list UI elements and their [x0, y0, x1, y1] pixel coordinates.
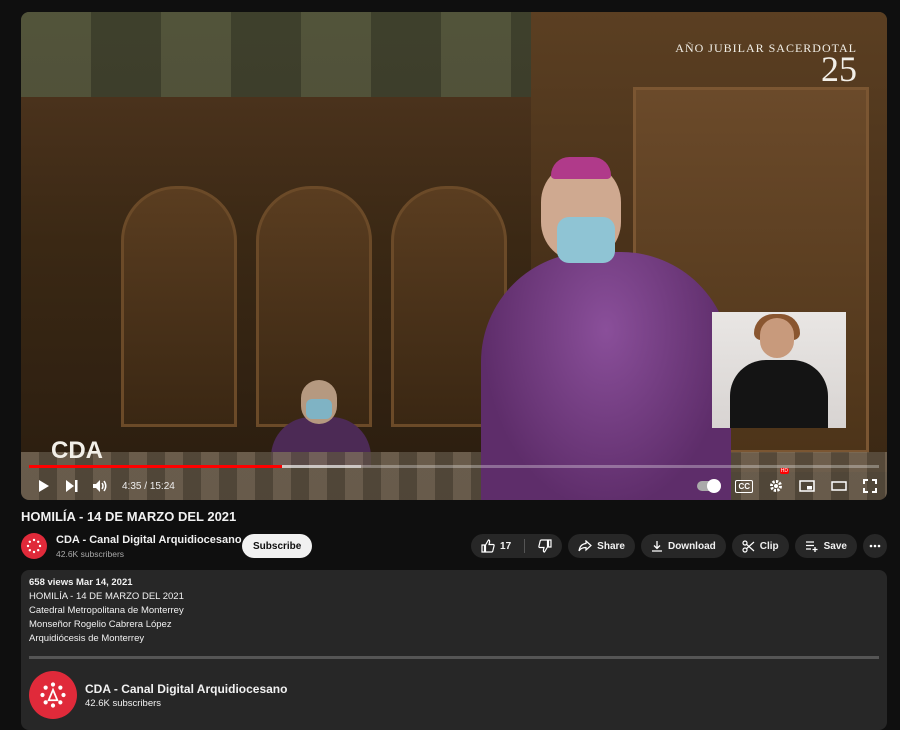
- subscribe-button[interactable]: Subscribe: [242, 534, 313, 558]
- description-line: Monseñor Rogelio Cabrera López: [29, 619, 172, 630]
- description-line: HOMILÍA - 14 DE MARZO DEL 2021: [29, 591, 184, 602]
- settings-button[interactable]: HD: [769, 468, 789, 500]
- cc-icon: CC: [735, 479, 753, 493]
- channel-row: CDA - Canal Digital Arquidiocesano 42.6K…: [21, 532, 887, 564]
- time-total: 15:24: [149, 480, 175, 492]
- jubilee-logo: AÑO JUBILAR SACERDOTAL 25: [675, 42, 857, 89]
- video-frame-zucchetto: [551, 157, 611, 179]
- interpreter-head: [760, 318, 794, 358]
- time-separator: /: [144, 480, 148, 492]
- jubilee-logo-number: 25: [821, 49, 857, 89]
- video-title: HOMILÍA - 14 DE MARZO DEL 2021: [21, 509, 237, 524]
- channel-subscriber-count: 42.6K subscribers: [56, 549, 125, 559]
- save-label: Save: [823, 540, 847, 552]
- description-channel-subscribers: 42.6K subscribers: [85, 698, 162, 709]
- save-button[interactable]: Save: [794, 534, 857, 558]
- share-label: Share: [597, 540, 625, 552]
- like-divider: [524, 539, 526, 553]
- fullscreen-button[interactable]: [863, 472, 877, 500]
- channel-logo-icon: [40, 682, 66, 708]
- clip-button[interactable]: Clip: [731, 534, 789, 558]
- share-button[interactable]: Share: [568, 534, 635, 558]
- play-icon: [39, 480, 49, 492]
- player-controls: 4:35 / 15:24 CC HD: [21, 468, 887, 500]
- video-frame-background: [21, 12, 531, 97]
- play-button[interactable]: [30, 472, 58, 500]
- share-icon: [578, 540, 593, 552]
- description-line: Catedral Metropolitana de Monterrey: [29, 605, 184, 616]
- video-player[interactable]: AÑO JUBILAR SACERDOTAL 25 CDA 4:35 / 15:…: [21, 12, 887, 500]
- hd-badge: HD: [779, 468, 789, 474]
- autoplay-icon: [697, 479, 722, 493]
- video-frame-arch: [121, 186, 237, 427]
- description-channel-name[interactable]: CDA - Canal Digital Arquidiocesano: [85, 682, 287, 696]
- fullscreen-icon: [863, 479, 877, 493]
- cda-watermark-logo: CDA: [51, 437, 103, 465]
- dislike-button[interactable]: [538, 539, 552, 553]
- time-display: 4:35 / 15:24: [122, 481, 175, 492]
- clip-label: Clip: [759, 540, 779, 552]
- interpreter-body: [730, 360, 828, 428]
- video-frame-mask: [306, 399, 332, 419]
- player-right-controls: CC HD: [697, 468, 877, 500]
- theater-icon: [831, 481, 847, 491]
- cda-watermark-text: CDA: [51, 437, 103, 464]
- playlist-add-icon: [805, 541, 818, 552]
- description-panel[interactable]: 658 views Mar 14, 2021 HOMILÍA - 14 DE M…: [21, 570, 887, 730]
- volume-button[interactable]: [86, 472, 114, 500]
- description-line: Arquidiócesis de Monterrey: [29, 633, 145, 644]
- description-divider: [29, 656, 879, 659]
- video-frame-mask: [557, 217, 615, 263]
- next-button[interactable]: [58, 472, 86, 500]
- video-frame-bishop: [481, 252, 731, 500]
- view-count-date: 658 views Mar 14, 2021: [29, 577, 133, 588]
- like-dislike-group: 17: [471, 534, 563, 558]
- download-label: Download: [667, 540, 716, 552]
- download-icon: [651, 541, 662, 552]
- sign-language-interpreter-inset: [712, 312, 846, 428]
- miniplayer-icon: [799, 480, 815, 492]
- time-current: 4:35: [122, 480, 142, 492]
- autoplay-toggle[interactable]: [697, 472, 722, 500]
- action-bar: 17 Share Download Clip Save: [471, 534, 887, 558]
- scissors-icon: [742, 539, 755, 553]
- description-channel-avatar[interactable]: [29, 671, 77, 719]
- like-button[interactable]: 17: [481, 539, 511, 553]
- video-frame-wall: [21, 97, 531, 467]
- next-icon: [66, 480, 78, 492]
- theater-mode-button[interactable]: [831, 472, 847, 500]
- download-button[interactable]: Download: [640, 534, 726, 558]
- like-count: 17: [500, 540, 512, 552]
- progress-bar[interactable]: [29, 465, 879, 468]
- subtitles-button[interactable]: CC: [735, 472, 753, 500]
- channel-avatar[interactable]: [21, 533, 47, 559]
- channel-name[interactable]: CDA - Canal Digital Arquidiocesano: [56, 534, 242, 546]
- volume-icon: [93, 480, 107, 492]
- gear-icon: [770, 480, 782, 492]
- more-actions-button[interactable]: [863, 534, 887, 558]
- more-horizontal-icon: [869, 544, 881, 548]
- thumbs-down-icon: [538, 539, 552, 553]
- thumbs-up-icon: [481, 539, 495, 553]
- progress-played: [29, 465, 283, 468]
- miniplayer-button[interactable]: [799, 472, 815, 500]
- channel-logo-icon: [26, 538, 42, 554]
